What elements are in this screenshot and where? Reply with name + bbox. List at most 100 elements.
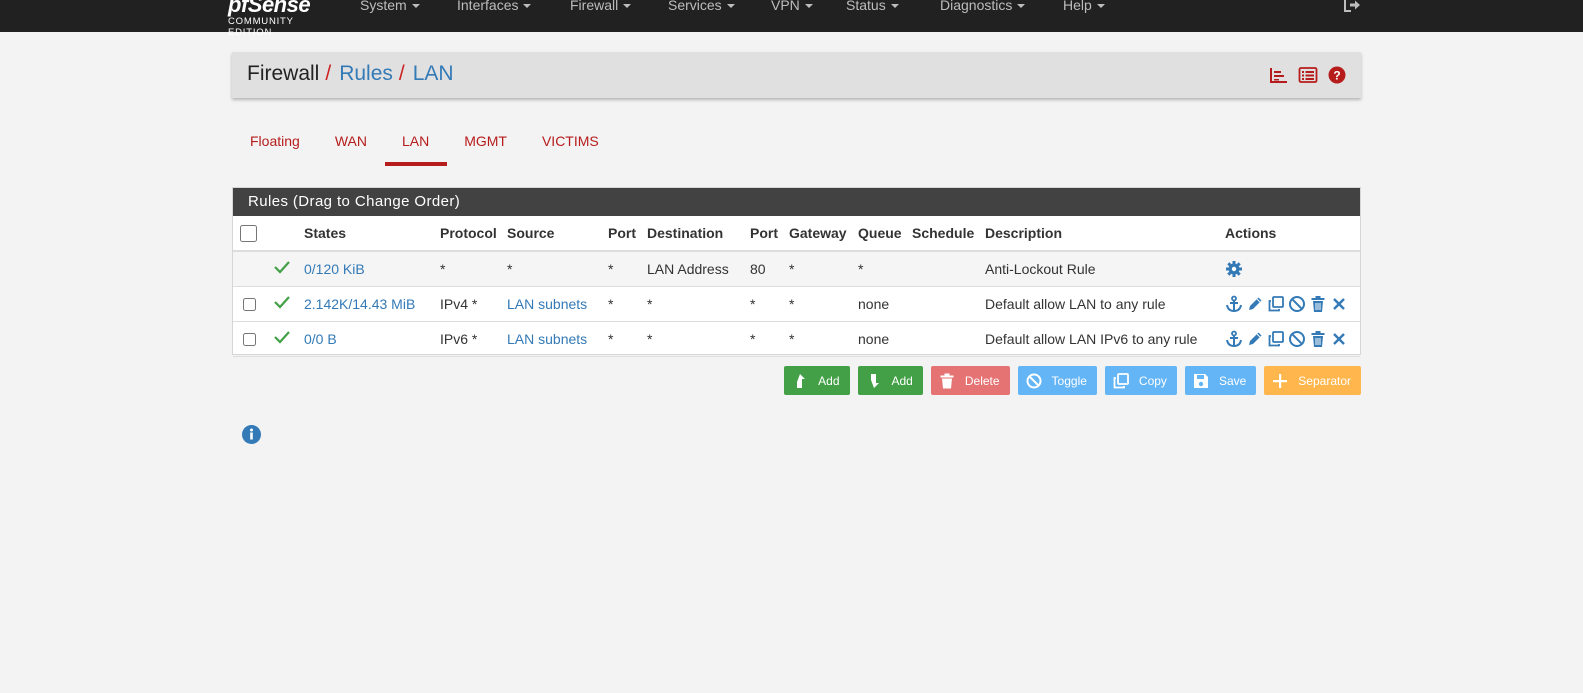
help-icon[interactable]: ? xyxy=(1327,66,1347,84)
protocol-cell: IPv4 * xyxy=(436,286,503,322)
table-row[interactable]: 0/120 KiB * * * LAN Address 80 * * Anti-… xyxy=(233,251,1360,287)
disable-icon[interactable] xyxy=(1288,330,1306,348)
tab-mgmt[interactable]: MGMT xyxy=(447,120,525,166)
save-button[interactable]: Save xyxy=(1184,366,1257,395)
destination-cell: LAN Address xyxy=(643,251,746,287)
menu-interfaces[interactable]: Interfaces xyxy=(457,0,570,32)
disable-icon xyxy=(1026,373,1042,388)
add-bottom-label: Add xyxy=(891,373,913,388)
menu-label: Help xyxy=(1063,0,1092,13)
check-icon[interactable] xyxy=(273,330,291,344)
column-header: Source xyxy=(503,216,604,252)
pencil-icon[interactable] xyxy=(1246,295,1264,313)
rules-table: States Protocol Source Port Destination … xyxy=(233,216,1360,357)
menu-diagnostics[interactable]: Diagnostics xyxy=(940,0,1063,32)
caret-down-icon xyxy=(804,4,813,9)
source-alias-link[interactable]: LAN subnets xyxy=(507,296,587,312)
log-list-icon[interactable] xyxy=(1298,66,1318,84)
destination-port-cell: * xyxy=(746,321,785,357)
column-header: Actions xyxy=(1221,216,1360,252)
save-label: Save xyxy=(1218,373,1247,388)
menu-label: VPN xyxy=(771,0,800,13)
arrow-down-icon xyxy=(870,373,879,388)
trash-icon[interactable] xyxy=(1309,330,1327,348)
queue-cell: * xyxy=(854,251,908,287)
column-header: Port xyxy=(604,216,643,252)
info-icon[interactable] xyxy=(241,424,262,445)
source-port-cell: * xyxy=(604,286,643,322)
actions-cell xyxy=(1221,321,1360,357)
row-checkbox[interactable] xyxy=(243,298,256,312)
add-top-button[interactable]: Add xyxy=(784,366,850,395)
queue-cell: none xyxy=(854,286,908,322)
menu-services[interactable]: Services xyxy=(668,0,771,32)
description-cell: Default allow LAN IPv6 to any rule xyxy=(981,321,1221,357)
copy-icon[interactable] xyxy=(1267,295,1285,313)
states-cell[interactable]: 0/0 B xyxy=(300,321,436,357)
separator-button[interactable]: Separator xyxy=(1264,366,1361,395)
schedule-cell xyxy=(908,251,981,287)
column-header: States xyxy=(300,216,436,252)
disable-icon[interactable] xyxy=(1288,295,1306,313)
table-row[interactable]: 0/0 B IPv6 * LAN subnets * * * * none De… xyxy=(233,321,1360,357)
select-all-cell xyxy=(233,216,269,252)
copy-label: Copy xyxy=(1138,373,1167,388)
main-menu: System Interfaces Firewall Services VPN … xyxy=(360,0,1133,32)
anchor-icon[interactable] xyxy=(1225,295,1243,313)
select-all-checkbox[interactable] xyxy=(240,224,257,242)
states-link[interactable]: 0/120 KiB xyxy=(304,261,365,277)
gateway-cell: * xyxy=(785,251,854,287)
column-header: Description xyxy=(981,216,1221,252)
table-row[interactable]: 2.142K/14.43 MiB IPv4 * LAN subnets * * … xyxy=(233,286,1360,322)
schedule-cell xyxy=(908,321,981,357)
column-header: Port xyxy=(746,216,785,252)
breadcrumb-rules[interactable]: Rules xyxy=(339,62,393,85)
logout-icon[interactable] xyxy=(1342,0,1362,14)
tab-victims[interactable]: VICTIMS xyxy=(525,120,617,166)
close-icon[interactable] xyxy=(1330,330,1348,348)
states-cell[interactable]: 0/120 KiB xyxy=(300,251,436,287)
states-cell[interactable]: 2.142K/14.43 MiB xyxy=(300,286,436,322)
add-bottom-button[interactable]: Add xyxy=(857,366,923,395)
gear-icon[interactable] xyxy=(1225,260,1243,278)
column-header: Schedule xyxy=(908,216,981,252)
breadcrumb-lan[interactable]: LAN xyxy=(413,62,454,85)
menu-system[interactable]: System xyxy=(360,0,457,32)
gateway-cell: * xyxy=(785,321,854,357)
status-chart-icon[interactable] xyxy=(1269,66,1289,84)
interface-tabs: Floating WAN LAN MGMT VICTIMS xyxy=(233,120,617,166)
trash-icon xyxy=(940,373,954,388)
copy-icon[interactable] xyxy=(1267,330,1285,348)
copy-button[interactable]: Copy xyxy=(1104,366,1177,395)
breadcrumb-separator: / xyxy=(398,62,405,85)
rule-action-buttons: Add Add Delete Toggle Copy Save Separato… xyxy=(784,366,1361,395)
menu-label: Interfaces xyxy=(457,0,519,13)
menu-status[interactable]: Status xyxy=(846,0,940,32)
menu-help[interactable]: Help xyxy=(1063,0,1133,32)
actions-cell xyxy=(1221,251,1360,287)
tab-wan[interactable]: WAN xyxy=(318,120,385,166)
breadcrumb: Firewall / Rules / LAN xyxy=(247,62,454,86)
destination-cell: * xyxy=(643,286,746,322)
tab-lan[interactable]: LAN xyxy=(384,120,448,166)
row-checkbox[interactable] xyxy=(243,333,256,347)
menu-firewall[interactable]: Firewall xyxy=(570,0,668,32)
column-header: Destination xyxy=(643,216,746,252)
close-icon[interactable] xyxy=(1330,295,1348,313)
source-alias-link[interactable]: LAN subnets xyxy=(507,331,587,347)
tab-floating[interactable]: Floating xyxy=(233,120,318,166)
anchor-icon[interactable] xyxy=(1225,330,1243,348)
states-link[interactable]: 0/0 B xyxy=(304,331,337,347)
pfsense-logo[interactable]: pfSense COMMUNITY EDITION xyxy=(228,0,338,38)
check-icon[interactable] xyxy=(273,295,291,309)
check-icon xyxy=(274,261,290,274)
trash-icon[interactable] xyxy=(1309,295,1327,313)
delete-button[interactable]: Delete xyxy=(930,366,1010,395)
states-link[interactable]: 2.142K/14.43 MiB xyxy=(304,296,415,312)
destination-cell: * xyxy=(643,321,746,357)
menu-label: Services xyxy=(668,0,722,13)
menu-vpn[interactable]: VPN xyxy=(771,0,846,32)
pencil-icon[interactable] xyxy=(1246,330,1264,348)
toggle-button[interactable]: Toggle xyxy=(1017,366,1097,395)
destination-port-cell: * xyxy=(746,286,785,322)
